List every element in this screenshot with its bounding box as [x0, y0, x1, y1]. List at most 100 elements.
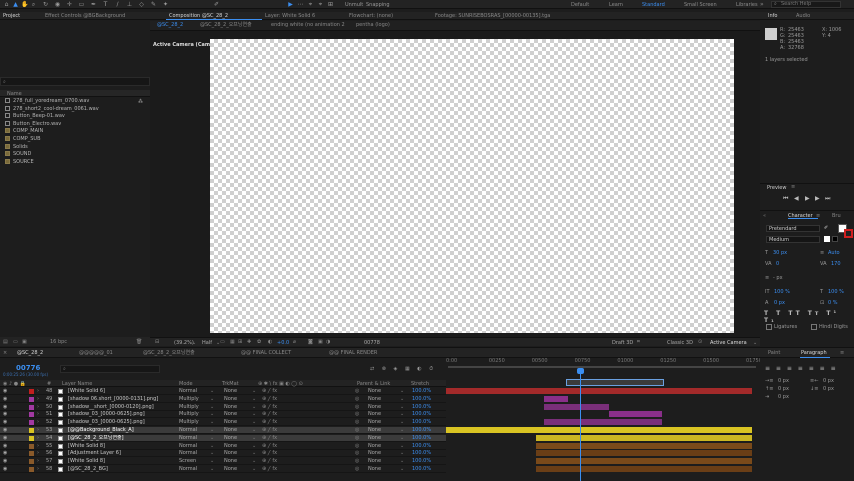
layer-switches[interactable]: ⊕ ╱ fx — [262, 458, 312, 465]
layer-mode-dropdown[interactable]: Normal — [179, 466, 197, 473]
parent-pickwhip-icon[interactable]: ◎ — [355, 466, 359, 473]
layer-duration-bar[interactable] — [543, 403, 610, 410]
visibility-eye-icon[interactable]: ◉ — [3, 458, 7, 465]
first-frame-icon[interactable]: ⏮ — [783, 195, 788, 203]
visibility-eye-icon[interactable]: ◉ — [3, 396, 7, 403]
character-collapse-icon[interactable]: « — [763, 213, 766, 219]
layer-label-color[interactable] — [29, 420, 34, 426]
tab-layer[interactable]: Layer: White Solid 6 — [262, 12, 318, 20]
layer-label-color[interactable] — [29, 389, 34, 394]
layer-mode-dropdown[interactable]: Multiply — [179, 419, 199, 426]
twirl-icon[interactable]: › — [37, 396, 39, 403]
tab-audio[interactable]: Audio — [793, 12, 813, 20]
layer-stretch-value[interactable]: 100.0% — [412, 443, 431, 450]
layer-name[interactable]: [@SC_28_2_BG] — [68, 466, 176, 473]
eraser-tool-icon[interactable]: ◇ — [138, 1, 145, 8]
kerning-value[interactable]: 0 — [776, 261, 779, 267]
layer-name[interactable]: [White Solid 8] — [68, 458, 176, 465]
horizontal-scale-value[interactable]: 100 % — [828, 289, 844, 295]
font-size-value[interactable]: 30 px — [773, 250, 787, 256]
comp-subtab-4[interactable]: pentha (logo) — [353, 21, 393, 29]
interpret-footage-icon[interactable]: ▤ — [3, 339, 8, 345]
parent-pickwhip-icon[interactable]: ◎ — [355, 435, 359, 442]
search-help-input[interactable]: ⌕ Search Help — [771, 1, 841, 8]
playhead-handle[interactable] — [576, 368, 584, 374]
project-folder-item[interactable]: Solids — [5, 143, 28, 151]
channel-icon[interactable]: ✿ — [257, 339, 261, 345]
space-before-value[interactable]: 0 px — [778, 386, 789, 392]
layer-duration-bar[interactable] — [535, 458, 752, 465]
flowchart-icon[interactable]: ⁂ — [138, 99, 143, 105]
layer-name[interactable]: [@SC_28_2_오프닝연출] — [68, 435, 176, 442]
layer-trkmat-dropdown[interactable]: None — [224, 388, 237, 395]
work-area-range[interactable] — [448, 366, 756, 368]
black-swatch[interactable] — [832, 236, 838, 242]
table-row[interactable]: ◉ › 57 [White Solid 8] Screen ⌄ None ⌄ ⊕ ╱ fx ◎ No… — [0, 458, 446, 466]
timeline-close-icon[interactable]: × — [3, 350, 7, 356]
layer-label-color[interactable] — [29, 404, 34, 410]
snapshot-icon[interactable]: ◙ — [308, 339, 313, 345]
layer-switches[interactable]: ⊕ ╱ fx — [262, 404, 312, 411]
bpc-label[interactable]: 16 bpc — [50, 339, 67, 345]
clone-tool-icon[interactable]: ⊥ — [126, 1, 133, 8]
layer-switches[interactable]: ⊕ ╱ fx — [262, 396, 312, 403]
layer-switches[interactable]: ⊕ ╱ fx — [262, 411, 312, 418]
selection-tool-icon[interactable]: ▲ — [12, 1, 19, 8]
layer-mode-dropdown[interactable]: Normal — [179, 450, 197, 457]
layer-duration-bar[interactable] — [535, 450, 752, 457]
timeline-tab-1[interactable]: @SC_28_2 — [14, 349, 46, 357]
tab-flowchart[interactable]: Flowchart: (none) — [346, 12, 396, 20]
twirl-icon[interactable]: › — [37, 450, 39, 457]
project-audio-item[interactable]: Button_Beep-01.wav — [5, 113, 65, 120]
twirl-icon[interactable]: › — [37, 419, 39, 426]
project-audio-item[interactable]: 278_short2_cool-dream_0061.wav — [5, 105, 99, 113]
alignment-buttons[interactable]: ≡ ≡ ≡ ≡ ≡ ≡ ≡ — [765, 365, 838, 372]
layer-parent-dropdown[interactable]: None — [368, 411, 381, 418]
twirl-icon[interactable]: › — [37, 435, 39, 442]
twirl-icon[interactable]: › — [37, 404, 39, 411]
layer-duration-bar[interactable] — [609, 411, 663, 418]
timeline-tab-5[interactable]: @@ FINAL RENDER — [326, 349, 380, 357]
tracking-value[interactable]: 170 — [831, 261, 841, 267]
layer-trkmat-dropdown[interactable]: None — [224, 466, 237, 473]
layer-switches[interactable]: ⊕ ╱ fx — [262, 435, 312, 442]
layer-duration-bar[interactable] — [446, 427, 752, 433]
name-column-header[interactable]: Name — [7, 91, 22, 97]
reset-exposure-icon[interactable]: ⌀ — [293, 339, 296, 345]
renderer-label[interactable]: Classic 3D — [667, 340, 693, 346]
layer-trkmat-dropdown[interactable]: None — [224, 396, 237, 403]
brush-tool-icon[interactable]: ∕ — [114, 1, 121, 8]
layer-label-color[interactable] — [29, 428, 34, 433]
home-icon[interactable]: ⌂ — [3, 1, 10, 8]
always-preview-icon[interactable]: ⊟ — [155, 339, 159, 345]
table-row[interactable]: ◉ › 56 [Adjustment Layer 6] Normal ⌄ None ⌄ ⊕ ╱ … — [0, 450, 446, 458]
play-icon[interactable]: ▶ — [805, 195, 810, 202]
pen-tool-icon[interactable]: ✒ — [90, 1, 97, 8]
project-folder-item[interactable]: SOURCE — [5, 158, 34, 166]
layer-switches[interactable]: ⊕ ╱ fx — [262, 419, 312, 426]
layer-name[interactable]: [shadow_03_[0000-0625].png] — [68, 411, 176, 418]
script-icon-3[interactable]: ⌖ — [307, 1, 314, 8]
twirl-icon[interactable]: › — [37, 388, 39, 395]
layer-switches[interactable]: ⊕ ╱ fx — [262, 450, 312, 457]
preview-menu-icon[interactable]: ≡ — [791, 184, 795, 190]
project-folder-item[interactable]: COMP_MAIN — [5, 128, 43, 135]
color-picker-icon[interactable]: ◑ — [326, 339, 330, 345]
layer-trkmat-dropdown[interactable]: None — [224, 435, 237, 442]
layer-duration-bar[interactable] — [543, 419, 663, 426]
layer-mode-dropdown[interactable]: Multiply — [179, 411, 199, 418]
unmult-label[interactable]: Unmult — [345, 2, 363, 8]
tab-project[interactable]: Project — [0, 12, 23, 20]
visibility-eye-icon[interactable]: ◉ — [3, 427, 7, 434]
layer-stretch-value[interactable]: 100.0% — [412, 435, 431, 442]
layer-parent-dropdown[interactable]: None — [368, 450, 381, 457]
layer-stretch-value[interactable]: 100.0% — [412, 450, 431, 457]
layer-parent-dropdown[interactable]: None — [368, 404, 381, 411]
layer-stretch-value[interactable]: 100.0% — [412, 458, 431, 465]
comp-viewer-canvas[interactable] — [210, 39, 734, 333]
next-frame-icon[interactable]: ▶ — [815, 195, 820, 202]
twirl-icon[interactable]: › — [37, 458, 39, 465]
pin-tool-icon[interactable]: ✐ — [213, 1, 220, 8]
view-dropdown[interactable]: Active Camera — [710, 340, 747, 346]
indent-right-value[interactable]: 0 px — [823, 378, 834, 384]
